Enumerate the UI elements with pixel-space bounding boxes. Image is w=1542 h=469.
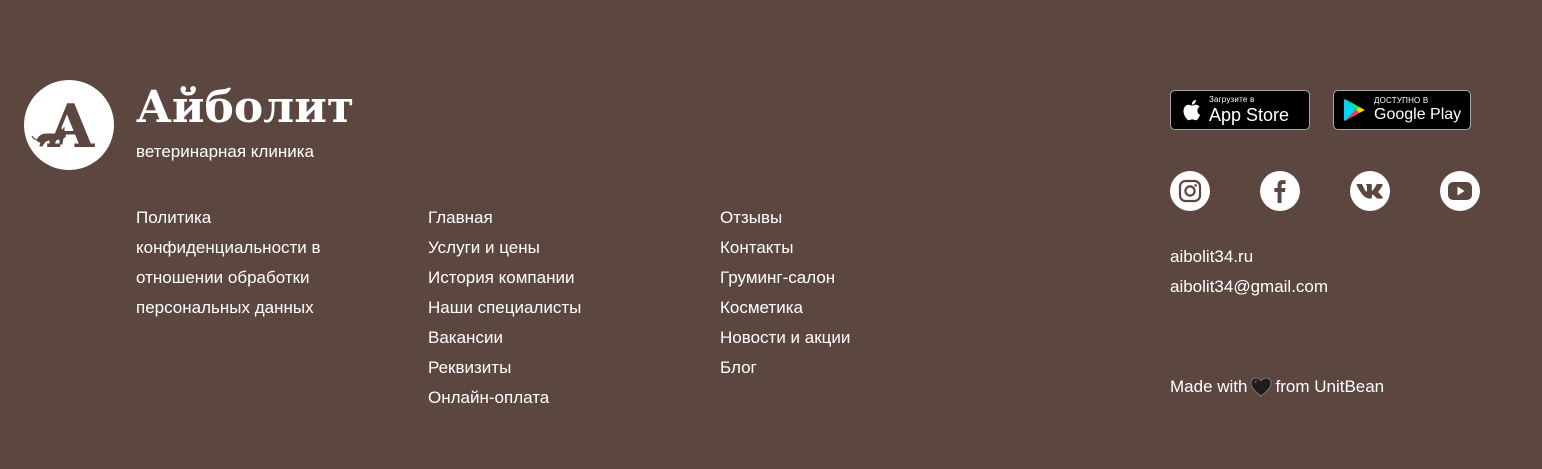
nav-link-blog[interactable]: Блог bbox=[720, 353, 850, 383]
google-play-button[interactable]: ДОСТУПНО В Google Play bbox=[1333, 90, 1471, 130]
nav-link-vacancies[interactable]: Вакансии bbox=[428, 323, 581, 353]
brand-tagline: ветеринарная клиника bbox=[136, 142, 314, 161]
google-play-caption: ДОСТУПНО В bbox=[1374, 96, 1429, 105]
facebook-icon bbox=[1274, 180, 1286, 203]
nav-link-grooming[interactable]: Груминг-салон bbox=[720, 263, 850, 293]
brand-name[interactable]: Айболит bbox=[136, 82, 354, 134]
site-footer: А Айболит ветеринарная клиника Политика … bbox=[0, 0, 1542, 469]
logo-emblem[interactable]: А bbox=[24, 80, 114, 170]
google-play-label: Google Play bbox=[1374, 106, 1462, 123]
email-link[interactable]: aibolit34@gmail.com bbox=[1170, 272, 1328, 302]
instagram-link[interactable] bbox=[1170, 171, 1210, 211]
nav-link-requisites[interactable]: Реквизиты bbox=[428, 353, 581, 383]
footer-nav-privacy: Политика конфиденциальности в отношении … bbox=[136, 203, 321, 323]
nav-link-services[interactable]: Услуги и цены bbox=[428, 233, 581, 263]
nav-link-home[interactable]: Главная bbox=[428, 203, 581, 233]
vk-link[interactable] bbox=[1350, 171, 1390, 211]
footer-nav-main: Главная Услуги и цены История компании Н… bbox=[428, 203, 581, 413]
vk-icon bbox=[1356, 184, 1383, 199]
credits-company-link[interactable]: from UnitBean bbox=[1275, 372, 1384, 402]
apple-icon bbox=[1181, 98, 1201, 122]
instagram-icon bbox=[1178, 179, 1202, 203]
nav-link-privacy-policy[interactable]: персональных данных bbox=[136, 293, 321, 323]
nav-link-privacy-policy[interactable]: Политика bbox=[136, 203, 321, 233]
logo-cat-icon: А bbox=[31, 92, 96, 162]
credits-prefix: Made with bbox=[1170, 377, 1248, 396]
youtube-link[interactable] bbox=[1440, 171, 1480, 211]
nav-link-privacy-policy[interactable]: конфиденциальности в bbox=[136, 233, 321, 263]
app-store-button[interactable]: Загрузите в App Store bbox=[1170, 90, 1310, 130]
website-link[interactable]: aibolit34.ru bbox=[1170, 242, 1253, 272]
nav-link-privacy-policy[interactable]: отношении обработки bbox=[136, 263, 321, 293]
nav-link-online-payment[interactable]: Онлайн-оплата bbox=[428, 383, 581, 413]
footer-nav-secondary: Отзывы Контакты Груминг-салон Косметика … bbox=[720, 203, 850, 383]
app-store-caption: Загрузите в bbox=[1209, 95, 1255, 104]
nav-link-specialists[interactable]: Наши специалисты bbox=[428, 293, 581, 323]
logo-letter: А bbox=[47, 92, 96, 162]
app-store-label: App Store bbox=[1209, 105, 1290, 125]
nav-link-news[interactable]: Новости и акции bbox=[720, 323, 850, 353]
youtube-icon bbox=[1448, 182, 1472, 200]
heart-icon bbox=[1250, 377, 1272, 397]
nav-link-contacts[interactable]: Контакты bbox=[720, 233, 850, 263]
facebook-link[interactable] bbox=[1260, 171, 1300, 211]
credits: Made with from UnitBean bbox=[1170, 372, 1384, 402]
nav-link-history[interactable]: История компании bbox=[428, 263, 581, 293]
nav-link-cosmetics[interactable]: Косметика bbox=[720, 293, 850, 323]
nav-link-reviews[interactable]: Отзывы bbox=[720, 203, 850, 233]
google-play-icon bbox=[1344, 98, 1366, 122]
